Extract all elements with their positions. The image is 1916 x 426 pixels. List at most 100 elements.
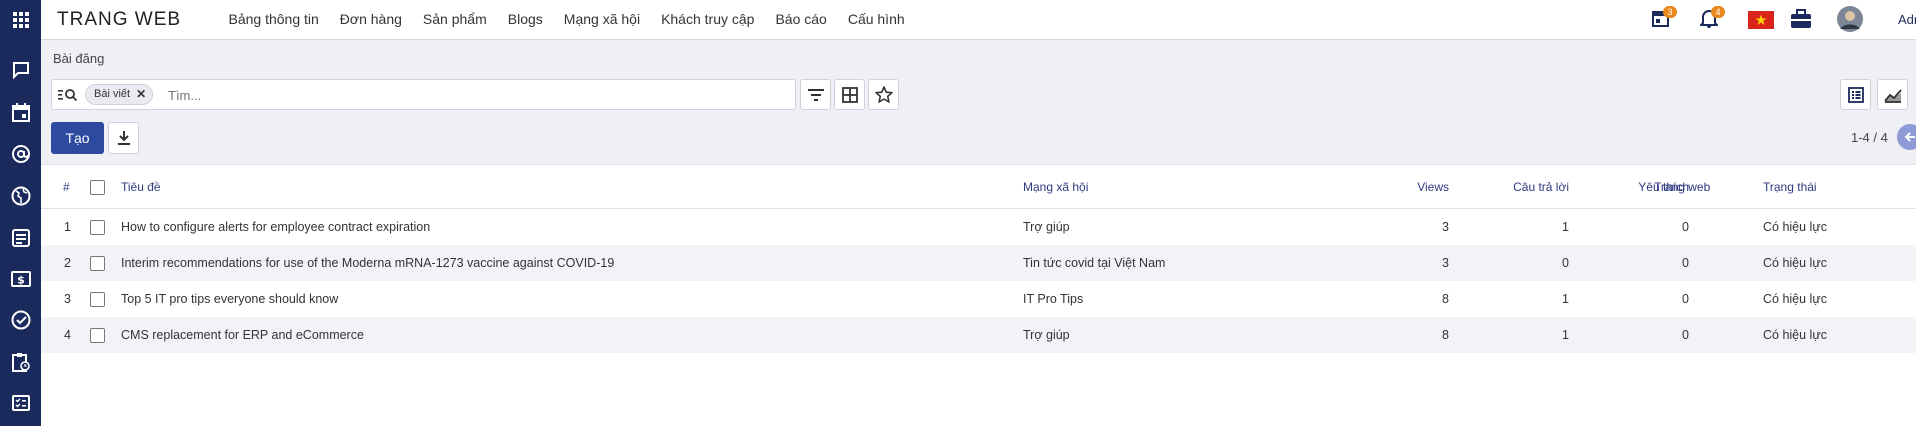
table-header: # Tiêu đề Mạng xã hội Views Câu trả lời … xyxy=(41,166,1916,209)
column-header-number: # xyxy=(63,180,70,194)
arrow-left-icon xyxy=(1904,132,1915,142)
post-social: Trợ giúp xyxy=(1023,328,1070,342)
row-checkbox[interactable] xyxy=(90,317,105,353)
post-status: Có hiệu lực xyxy=(1763,328,1827,342)
filter-button[interactable] xyxy=(800,79,831,110)
check-circle-icon[interactable] xyxy=(0,305,41,335)
post-social: IT Pro Tips xyxy=(1023,292,1084,306)
post-likes: 0 xyxy=(1682,256,1689,270)
row-number: 4 xyxy=(64,328,71,342)
clipboard-clock-icon[interactable] xyxy=(0,347,41,377)
chat-icon[interactable] xyxy=(0,55,41,85)
table-row[interactable]: 4 CMS replacement for ERP and eCommerce … xyxy=(41,317,1916,353)
search-facet[interactable]: Bài viết ✕ xyxy=(85,84,154,105)
menu-item-products[interactable]: Sản phẩm xyxy=(412,0,497,40)
post-title[interactable]: Top 5 IT pro tips everyone should know xyxy=(121,281,338,317)
row-checkbox[interactable] xyxy=(90,209,105,245)
row-checkbox[interactable] xyxy=(90,281,105,317)
row-number: 2 xyxy=(64,256,71,270)
list-view-icon xyxy=(1847,86,1864,103)
menu-item-orders[interactable]: Đơn hàng xyxy=(329,0,412,40)
post-title[interactable]: CMS replacement for ERP and eCommerce xyxy=(121,317,364,353)
post-social: Trợ giúp xyxy=(1023,220,1070,234)
money-icon[interactable]: $ xyxy=(0,264,41,294)
create-button[interactable]: Tạo xyxy=(51,122,104,154)
bell-icon[interactable]: 4 xyxy=(1698,6,1725,33)
svg-text:$: $ xyxy=(17,274,25,287)
search-input[interactable] xyxy=(168,85,768,105)
filter-icon xyxy=(807,88,824,101)
post-title[interactable]: Interim recommendations for use of the M… xyxy=(121,245,614,281)
download-icon xyxy=(117,131,130,145)
column-header-title[interactable]: Tiêu đề xyxy=(121,166,161,208)
graph-view-button[interactable] xyxy=(1877,79,1908,110)
menu-item-config[interactable]: Cấu hình xyxy=(837,0,915,40)
select-all-checkbox[interactable] xyxy=(90,166,105,208)
area-chart-icon xyxy=(1883,88,1902,103)
briefcase-icon[interactable] xyxy=(1790,9,1812,34)
globe-icon[interactable] xyxy=(0,181,41,211)
column-header-views[interactable]: Views xyxy=(1341,166,1449,208)
control-panel: Bài đăng Bài viết ✕ Tạo 1-4 / 4 xyxy=(41,41,1916,165)
column-header-website[interactable]: Trang web xyxy=(1654,166,1710,208)
column-header-status[interactable]: Trạng thái xyxy=(1763,166,1817,208)
menu-item-visitors[interactable]: Khách truy cập xyxy=(651,0,765,40)
post-views: 3 xyxy=(1442,220,1449,234)
top-navbar: TRANG WEB Bảng thông tin Đơn hàng Sản ph… xyxy=(41,0,1916,40)
menu-item-reports[interactable]: Báo cáo xyxy=(765,0,837,40)
post-title[interactable]: How to configure alerts for employee con… xyxy=(121,209,430,245)
post-status: Có hiệu lực xyxy=(1763,256,1827,270)
apps-grid-icon[interactable] xyxy=(0,0,41,40)
pager-previous-button[interactable] xyxy=(1897,124,1916,150)
activity-calendar-icon[interactable]: 3 xyxy=(1652,6,1677,33)
post-likes: 0 xyxy=(1682,292,1689,306)
at-sign-icon[interactable] xyxy=(0,139,41,169)
calendar-icon[interactable] xyxy=(0,97,41,127)
group-by-button[interactable] xyxy=(834,79,865,110)
breadcrumb: Bài đăng xyxy=(53,51,105,66)
post-replies: 1 xyxy=(1562,328,1569,342)
post-views: 3 xyxy=(1442,256,1449,270)
post-views: 8 xyxy=(1442,292,1449,306)
activity-badge: 3 xyxy=(1663,6,1677,18)
column-header-social[interactable]: Mạng xã hội xyxy=(1023,166,1088,208)
posts-table: # Tiêu đề Mạng xã hội Views Câu trả lời … xyxy=(41,166,1916,353)
facet-label: Bài viết xyxy=(94,88,131,100)
post-replies: 0 xyxy=(1562,256,1569,270)
post-views: 8 xyxy=(1442,328,1449,342)
table-row[interactable]: 2 Interim recommendations for use of the… xyxy=(41,245,1916,281)
column-header-replies[interactable]: Câu trả lời xyxy=(1461,166,1569,208)
post-status: Có hiệu lực xyxy=(1763,292,1827,306)
checklist-icon[interactable] xyxy=(0,388,41,418)
list-view-button[interactable] xyxy=(1840,79,1871,110)
post-status: Có hiệu lực xyxy=(1763,220,1827,234)
user-name[interactable]: Admin xyxy=(1898,12,1916,27)
favorites-button[interactable] xyxy=(868,79,899,110)
post-likes: 0 xyxy=(1682,220,1689,234)
avatar[interactable] xyxy=(1837,6,1863,37)
row-number: 1 xyxy=(64,220,71,234)
download-button[interactable] xyxy=(108,122,139,154)
menu-item-blogs[interactable]: Blogs xyxy=(497,0,553,40)
star-icon xyxy=(874,86,893,103)
post-replies: 1 xyxy=(1562,220,1569,234)
post-social: Tin tức covid tại Việt Nam xyxy=(1023,256,1166,270)
table-row[interactable]: 1 How to configure alerts for employee c… xyxy=(41,209,1916,245)
table-row[interactable]: 3 Top 5 IT pro tips everyone should know… xyxy=(41,281,1916,317)
menu-item-social[interactable]: Mạng xã hội xyxy=(553,0,650,40)
menu-item-dashboard[interactable]: Bảng thông tin xyxy=(218,0,329,40)
notification-badge: 4 xyxy=(1711,6,1725,18)
row-checkbox[interactable] xyxy=(90,245,105,281)
sidebar: $ xyxy=(0,0,41,426)
pager-value[interactable]: 1-4 / 4 xyxy=(1851,130,1888,145)
article-icon[interactable] xyxy=(0,223,41,253)
row-number: 3 xyxy=(64,292,71,306)
post-likes: 0 xyxy=(1682,328,1689,342)
close-icon[interactable]: ✕ xyxy=(136,85,146,104)
brand-title[interactable]: TRANG WEB xyxy=(57,9,181,31)
search-bar[interactable]: Bài viết ✕ xyxy=(51,79,796,110)
vietnam-flag-icon[interactable] xyxy=(1748,11,1774,34)
grid-icon xyxy=(841,86,858,103)
main-menu: Bảng thông tin Đơn hàng Sản phẩm Blogs M… xyxy=(218,0,915,40)
search-filter-icon[interactable] xyxy=(58,87,78,108)
